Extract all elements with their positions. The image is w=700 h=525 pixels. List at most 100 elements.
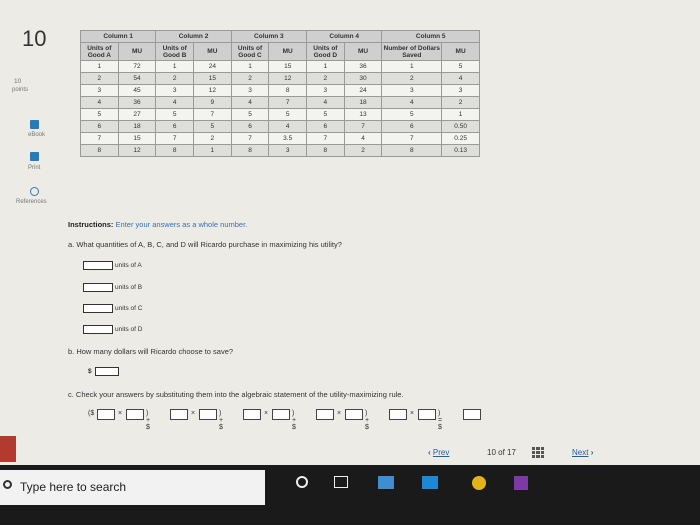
table-cell: 2 [441, 96, 480, 109]
prev-button[interactable]: ‹ Prev [428, 448, 449, 457]
instructions-lead: Instructions: [68, 220, 114, 229]
table-cell: 36 [117, 96, 157, 109]
table-cell: 1 [381, 60, 443, 73]
answer-units-a-input[interactable] [83, 261, 113, 270]
instructions: Instructions: Enter your answers as a wh… [68, 220, 247, 229]
references-icon[interactable] [30, 187, 39, 196]
table-cell: 2 [230, 72, 270, 85]
eq-plus: ) + $ [292, 410, 297, 431]
eq-times: × [410, 410, 415, 417]
eq-total-input[interactable] [463, 409, 481, 420]
table-cell: 6 [230, 120, 270, 133]
eq-mu-a-input[interactable] [126, 409, 144, 420]
currency-sign: $ [88, 368, 92, 375]
table-row: 7 15 7 2 7 3.5 7 4 7 0.25 [80, 132, 480, 145]
cortana-icon[interactable] [296, 476, 308, 488]
question-number: 10 [22, 26, 47, 51]
sub-header: Units of Good A [80, 42, 119, 61]
chrome-icon[interactable] [472, 476, 486, 490]
table-cell: 3 [80, 84, 119, 97]
table-cell: 3 [230, 84, 270, 97]
table-cell: 7 [155, 132, 195, 145]
eq-plus: ) + $ [146, 410, 151, 431]
table-cell: 5 [230, 108, 270, 121]
table-cell: 5 [155, 108, 195, 121]
table-cell: 5 [306, 108, 345, 121]
taskbar-search[interactable]: Type here to search [0, 470, 265, 505]
eq-price-c-input[interactable] [243, 409, 261, 420]
table-cell: 54 [117, 72, 157, 85]
table-cell: 7 [306, 132, 345, 145]
answer-units-b-input[interactable] [83, 283, 113, 292]
next-button[interactable]: Next › [572, 448, 593, 457]
question-c: c. Check your answers by substituting th… [68, 390, 404, 399]
eq-price-b-input[interactable] [170, 409, 188, 420]
table-cell: 7 [343, 120, 383, 133]
dollars-saved-input[interactable] [95, 367, 119, 376]
sub-header: MU [343, 42, 383, 61]
next-label: Next [572, 448, 589, 457]
search-icon [3, 480, 12, 489]
units-label: units of A [115, 262, 142, 269]
table-cell: 4 [155, 96, 195, 109]
question-a: a. What quantities of A, B, C, and D wil… [68, 240, 342, 249]
units-label: units of B [115, 284, 143, 291]
table-cell: 12 [193, 84, 232, 97]
outlook-icon[interactable] [422, 476, 438, 489]
table-cell: 2 [80, 72, 119, 85]
question-grid-icon[interactable] [532, 447, 544, 458]
eq-price-d-input[interactable] [316, 409, 334, 420]
assignment-page: 10 10 points eBook Print References Colu… [0, 0, 700, 465]
table-cell: 8 [381, 144, 443, 157]
eq-price-a-input[interactable] [97, 409, 115, 420]
print-icon[interactable] [30, 152, 39, 161]
table-cell: 18 [343, 96, 383, 109]
eq-price-savings-input[interactable] [389, 409, 407, 420]
eq-mu-b-input[interactable] [199, 409, 217, 420]
table-cell: 3 [381, 84, 443, 97]
table-cell: 7 [230, 132, 270, 145]
ebook-icon[interactable] [30, 120, 39, 129]
table-cell: 0.25 [441, 132, 480, 145]
print-label[interactable]: Print [28, 165, 40, 171]
eq-plus: ) + $ [365, 410, 370, 431]
prev-label: Prev [432, 448, 450, 457]
eq-mu-c-input[interactable] [272, 409, 290, 420]
table-cell: 4 [230, 96, 270, 109]
question-b: b. How many dollars will Ricardo choose … [68, 347, 234, 356]
table-cell: 5 [441, 60, 480, 73]
table-row: 6 18 6 5 6 4 6 7 6 0.50 [80, 120, 480, 133]
eq-mu-savings-input[interactable] [418, 409, 436, 420]
eq-times: × [264, 410, 269, 417]
answer-units-d-input[interactable] [83, 325, 113, 334]
table-cell: 2 [306, 72, 345, 85]
table-row: 5 27 5 7 5 5 5 13 5 1 [80, 108, 480, 121]
references-label[interactable]: References [16, 199, 47, 205]
points-label: points [12, 87, 29, 93]
onenote-icon[interactable] [514, 476, 528, 490]
page-total: 17 [507, 448, 516, 457]
table-cell: 8 [230, 144, 270, 157]
table-cell: 3 [441, 84, 480, 97]
table-cell: 30 [343, 72, 383, 85]
units-label: units of C [115, 305, 143, 312]
sub-header: Number of Dollars Saved [381, 42, 443, 61]
answer-units-c-input[interactable] [83, 304, 113, 313]
table-cell: 2 [155, 72, 195, 85]
table-cell: 0.13 [441, 144, 480, 157]
column-title: Column 2 [155, 30, 232, 43]
task-view-icon[interactable] [334, 476, 348, 488]
table-cell: 0.50 [441, 120, 480, 133]
table-cell: 6 [306, 120, 345, 133]
table-cell: 1 [155, 60, 195, 73]
table-cell: 1 [80, 60, 119, 73]
marginal-utility-table: Column 1 Column 2 Column 3 Column 4 Colu… [79, 30, 480, 157]
page-of: of [498, 448, 505, 457]
table-cell: 27 [117, 108, 157, 121]
eq-mu-d-input[interactable] [345, 409, 363, 420]
table-cell: 18 [117, 120, 157, 133]
table-cell: 9 [193, 96, 232, 109]
sub-header: Units of Good D [306, 42, 345, 61]
ebook-label[interactable]: eBook [28, 132, 45, 138]
file-explorer-icon[interactable] [378, 476, 394, 489]
